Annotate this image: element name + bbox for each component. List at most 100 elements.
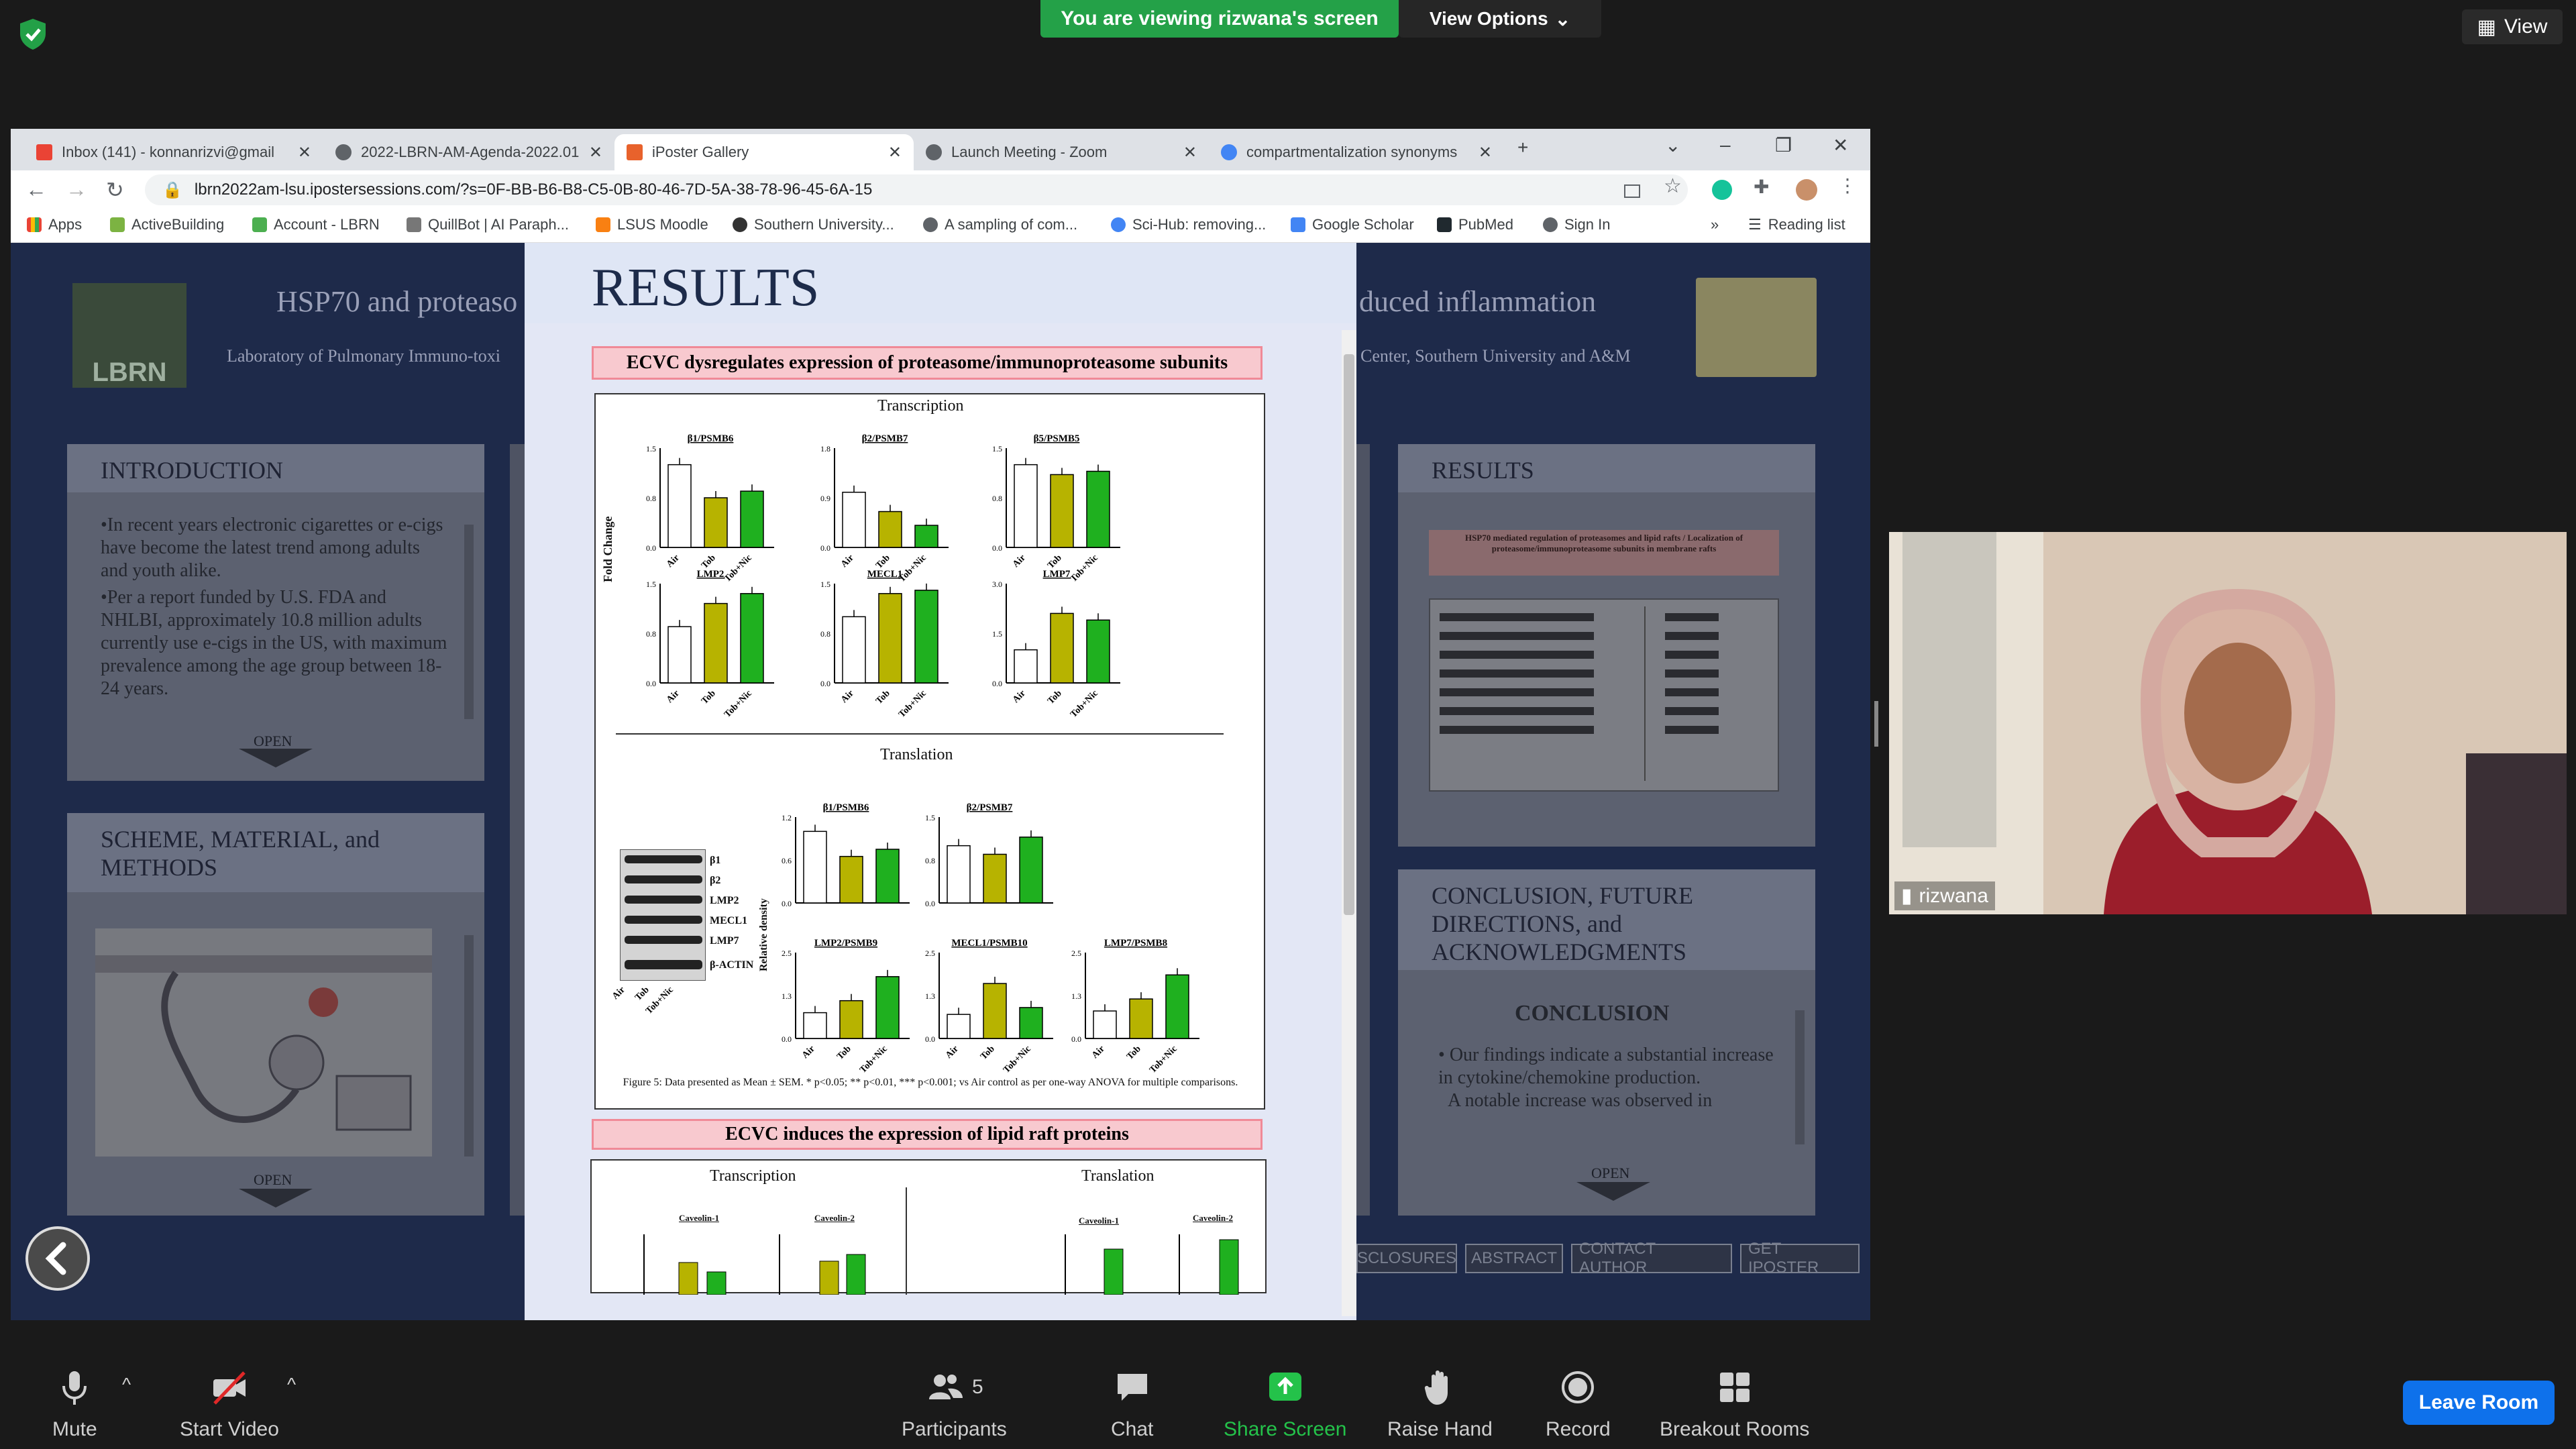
poster-title-right: duced inflammation xyxy=(1359,285,1597,318)
bar xyxy=(1129,998,1153,1039)
kebab-menu-icon[interactable]: ⋮ xyxy=(1838,174,1861,197)
moodle-icon xyxy=(596,217,610,232)
chart-title: LMP7 xyxy=(1043,569,1071,580)
modal-scrollbar[interactable] xyxy=(1342,330,1356,1316)
contact-author-button[interactable]: CONTACT AUTHOR xyxy=(1571,1240,1732,1277)
open-triangle-icon[interactable] xyxy=(239,1189,313,1208)
url-bar[interactable]: 🔒 lbrn2022am-lsu.ipostersessions.com/?s=… xyxy=(145,174,1688,205)
avatar[interactable] xyxy=(1795,178,1818,201)
abstract-button[interactable]: ABSTRACT xyxy=(1465,1244,1563,1273)
mute-label: Mute xyxy=(52,1418,97,1440)
scheme-panel[interactable]: SCHEME, MATERIAL, and METHODS OPEN xyxy=(67,813,484,1216)
bookmark-signin[interactable]: Sign In xyxy=(1543,216,1611,233)
tab-zoom[interactable]: Launch Meeting - Zoom ✕ xyxy=(914,134,1209,170)
reload-icon[interactable]: ↻ xyxy=(106,177,124,203)
bookmark-moodle[interactable]: LSUS Moodle xyxy=(596,216,708,233)
open-triangle-icon[interactable] xyxy=(239,749,313,767)
bookmark-sampling[interactable]: A sampling of com... xyxy=(923,216,1077,233)
conclusion-panel[interactable]: CONCLUSION, FUTURE DIRECTIONS, and ACKNO… xyxy=(1398,869,1815,1216)
intro-scrollbar[interactable] xyxy=(464,525,474,719)
chat-button[interactable]: Chat xyxy=(1111,1367,1153,1441)
modal-heading: RESULTS xyxy=(592,258,820,317)
extensions-icon[interactable]: ✚ xyxy=(1754,176,1776,199)
bookmark-southern[interactable]: Southern University... xyxy=(733,216,894,233)
leave-room-button[interactable]: Leave Room xyxy=(2403,1381,2555,1425)
participant-video-tile[interactable]: ▮ rizwana xyxy=(1889,532,2567,914)
chart-title: MECL1/PSMB10 xyxy=(951,938,1027,949)
more-bookmarks[interactable]: » xyxy=(1711,216,1719,233)
back-circle-button[interactable] xyxy=(25,1226,90,1291)
tick-label: 1.5 xyxy=(646,580,656,589)
bookmark-scholar[interactable]: Google Scholar xyxy=(1291,216,1414,233)
bar xyxy=(704,602,728,684)
grid-view-icon: ▦ xyxy=(2477,15,2496,38)
category-label: Air xyxy=(944,1044,961,1061)
scheme-scrollbar[interactable] xyxy=(464,935,474,1157)
participant-video-image xyxy=(1889,532,2567,914)
close-tab-icon[interactable]: ✕ xyxy=(589,143,602,162)
chart-title: LMP2/PSMB9 xyxy=(814,938,877,949)
tab-label: 2022-LBRN-AM-Agenda-2022.01 xyxy=(361,144,580,160)
close-tab-icon[interactable]: ✕ xyxy=(888,143,902,162)
bookmark-activebuilding[interactable]: ActiveBuilding xyxy=(110,216,224,233)
tab-google[interactable]: compartmentalization synonyms ✕ xyxy=(1209,134,1504,170)
star-icon[interactable]: ☆ xyxy=(1664,174,1686,197)
bookmark-apps[interactable]: Apps xyxy=(27,216,82,233)
bookmark-lbrn[interactable]: Account - LBRN xyxy=(252,216,380,233)
security-shield-icon[interactable] xyxy=(17,17,48,51)
bar-chart: MECL1 0.0 0.8 1.5 Air Tob Tob+Nic xyxy=(820,569,949,720)
tab-search-icon[interactable]: ⌄ xyxy=(1665,134,1680,156)
category-label: Tob xyxy=(874,688,892,706)
western-blot-figure xyxy=(1429,598,1779,792)
get-iposter-button[interactable]: GET IPOSTER xyxy=(1740,1240,1860,1277)
close-tab-icon[interactable]: ✕ xyxy=(1479,143,1492,162)
audio-options-chevron-icon[interactable]: ^ xyxy=(122,1374,131,1395)
restore-icon[interactable]: ❐ xyxy=(1775,134,1792,156)
tick-label: 2.5 xyxy=(925,949,935,958)
conclusion-subheading: CONCLUSION xyxy=(1515,1001,1670,1026)
share-icon[interactable] xyxy=(1621,178,1644,201)
close-tab-icon[interactable]: ✕ xyxy=(1183,143,1197,162)
reading-list[interactable]: ☰ Reading list xyxy=(1748,216,1845,233)
share-screen-button[interactable]: Share Screen xyxy=(1224,1367,1346,1441)
forward-arrow-icon[interactable]: → xyxy=(66,177,87,202)
bookmark-pubmed[interactable]: PubMed xyxy=(1437,216,1513,233)
mute-button[interactable]: Mute xyxy=(52,1367,97,1441)
bar xyxy=(1050,612,1074,684)
close-tab-icon[interactable]: ✕ xyxy=(298,143,311,162)
tick-label: 0.8 xyxy=(646,494,656,503)
back-arrow-icon[interactable]: ← xyxy=(25,177,47,202)
conclusion-scrollbar[interactable] xyxy=(1795,1010,1805,1144)
results-right-panel[interactable]: RESULTS HSP70 mediated regulation of pro… xyxy=(1398,444,1815,847)
modal-scrollbar-thumb[interactable] xyxy=(1344,354,1354,915)
tick-label: 1.8 xyxy=(820,444,830,453)
lbrn-logo: LBRN xyxy=(72,283,186,388)
disclosures-button[interactable]: SCLOSURES xyxy=(1356,1244,1457,1273)
open-label: OPEN xyxy=(1591,1165,1630,1181)
close-window-icon[interactable]: ✕ xyxy=(1833,134,1848,156)
breakout-rooms-button[interactable]: Breakout Rooms xyxy=(1660,1367,1809,1441)
record-label: Record xyxy=(1546,1418,1611,1440)
participants-button[interactable]: 5 Participants xyxy=(902,1367,1007,1441)
record-button[interactable]: Record xyxy=(1546,1367,1611,1441)
introduction-panel[interactable]: INTRODUCTION •In recent years electronic… xyxy=(67,444,484,781)
tab-gmail[interactable]: Inbox (141) - konnanrizvi@gmail ✕ xyxy=(24,134,323,170)
tick-label: 0.0 xyxy=(1071,1034,1081,1044)
bookmark-quillbot[interactable]: QuillBot | AI Paraph... xyxy=(407,216,569,233)
split-handle[interactable] xyxy=(1874,701,1878,747)
view-layout-button[interactable]: ▦ View xyxy=(2462,9,2563,44)
bookmark-label: Apps xyxy=(48,216,83,233)
grammarly-icon[interactable] xyxy=(1711,178,1733,201)
tab-agenda[interactable]: 2022-LBRN-AM-Agenda-2022.01 ✕ xyxy=(323,134,614,170)
start-video-button[interactable]: Start Video xyxy=(180,1367,279,1441)
open-triangle-icon[interactable] xyxy=(1576,1182,1650,1201)
raise-hand-button[interactable]: Raise Hand xyxy=(1387,1367,1493,1441)
bookmark-scihub[interactable]: Sci-Hub: removing... xyxy=(1111,216,1266,233)
chart-title: MECL1 xyxy=(867,569,903,580)
new-tab-icon[interactable]: + xyxy=(1517,137,1528,158)
tab-iposter[interactable]: iPoster Gallery ✕ xyxy=(614,134,914,170)
video-options-chevron-icon[interactable]: ^ xyxy=(287,1374,296,1395)
bookmark-label: ActiveBuilding xyxy=(131,216,225,233)
minimize-icon[interactable]: – xyxy=(1720,134,1731,156)
view-options-button[interactable]: View Options ⌄ xyxy=(1399,0,1601,38)
